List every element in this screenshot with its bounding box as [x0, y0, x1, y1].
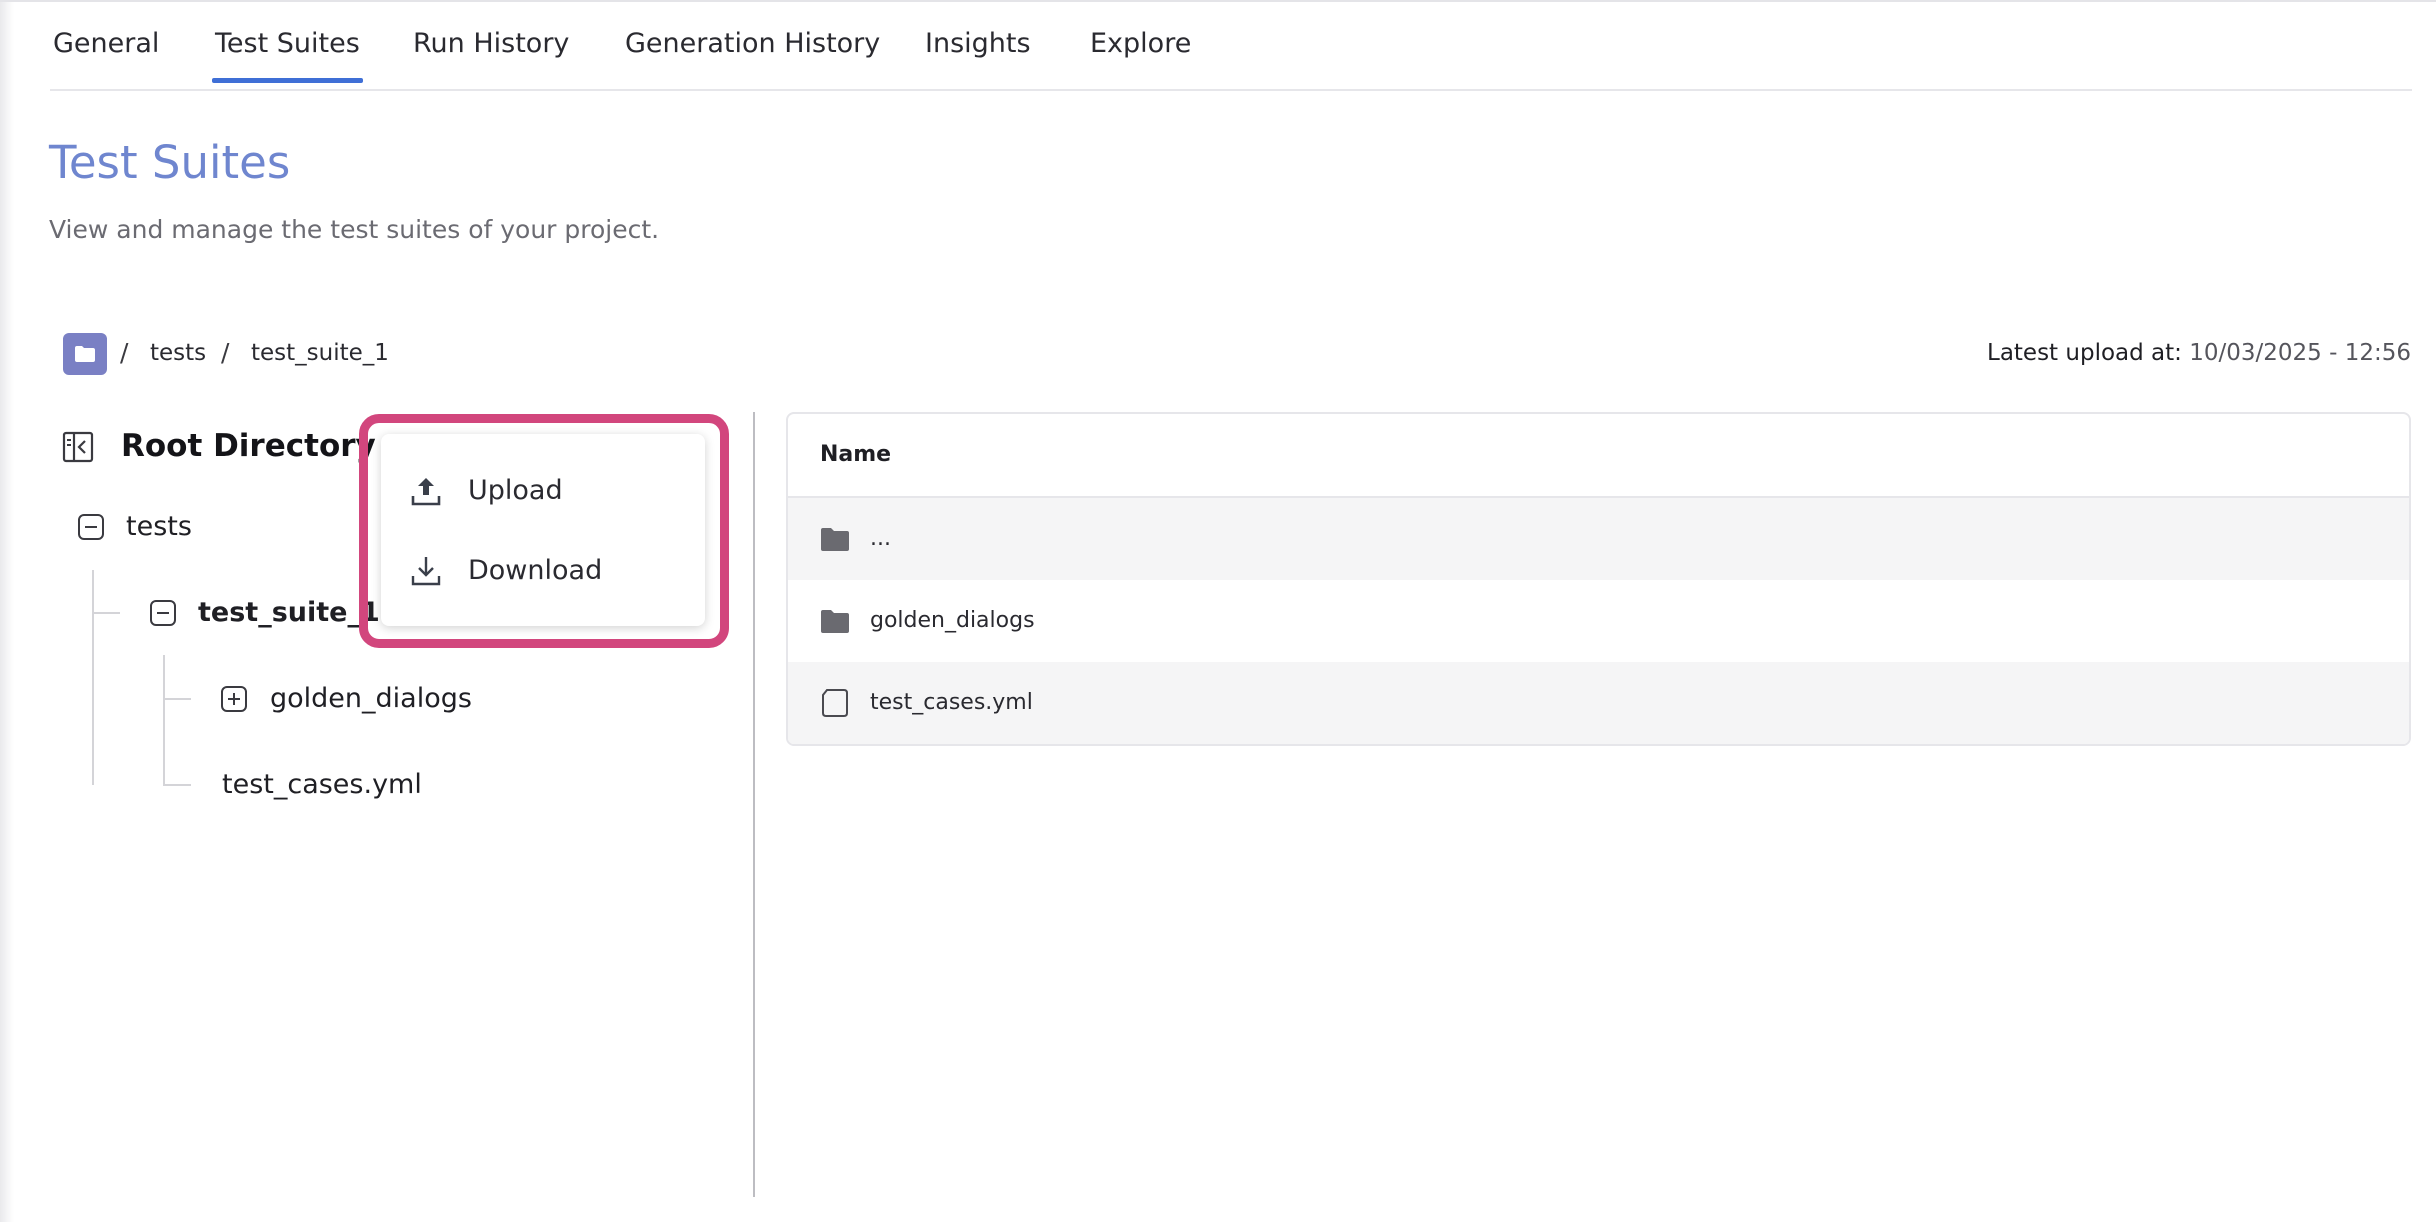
- download-label: Download: [468, 555, 603, 586]
- row-name: golden_dialogs: [870, 608, 1035, 633]
- tree-guide-line: [163, 698, 191, 700]
- breadcrumb-item-test-suite-1[interactable]: test_suite_1: [251, 340, 389, 366]
- upload-label: Upload: [468, 475, 563, 506]
- tab-insights[interactable]: Insights: [925, 28, 1031, 59]
- table-row[interactable]: test_cases.yml: [788, 662, 2409, 744]
- latest-upload-value: 10/03/2025 - 12:56: [2189, 340, 2411, 366]
- tree-node-tests[interactable]: tests: [126, 511, 192, 542]
- latest-upload: Latest upload at: 10/03/2025 - 12:56: [1987, 340, 2411, 366]
- tab-general[interactable]: General: [53, 28, 159, 59]
- breadcrumb-item-tests[interactable]: tests: [150, 340, 206, 366]
- tree-node-golden-dialogs[interactable]: golden_dialogs: [270, 683, 472, 714]
- column-header-name[interactable]: Name: [820, 442, 891, 467]
- folder-icon: [75, 346, 95, 362]
- tab-generation-history[interactable]: Generation History: [625, 28, 880, 59]
- breadcrumb-root-folder[interactable]: [63, 333, 107, 375]
- tab-bar: General Test Suites Run History Generati…: [50, 0, 2412, 91]
- latest-upload-label: Latest upload at:: [1987, 340, 2182, 366]
- upload-icon: [411, 478, 441, 506]
- tree-guide-line: [163, 655, 165, 785]
- collapse-panel-icon[interactable]: [62, 431, 94, 463]
- breadcrumb-separator: /: [120, 338, 129, 367]
- table-header: Name: [788, 414, 2409, 498]
- folder-icon: [821, 528, 849, 551]
- tree-guide-line: [163, 784, 191, 786]
- folder-icon: [821, 610, 849, 633]
- collapse-tests-icon[interactable]: [78, 514, 104, 540]
- breadcrumb-separator: /: [221, 338, 230, 367]
- download-icon: [411, 557, 441, 586]
- tab-test-suites[interactable]: Test Suites: [212, 28, 363, 83]
- page-title: Test Suites: [49, 136, 291, 189]
- left-edge-shadow: [0, 0, 14, 1222]
- root-directory-title: Root Directory: [121, 428, 376, 464]
- actions-menu: Upload Download: [381, 434, 705, 626]
- tree-node-test-cases[interactable]: test_cases.yml: [222, 769, 422, 800]
- tree-node-test-suite-1[interactable]: test_suite_1: [198, 597, 380, 628]
- collapse-test-suite-1-icon[interactable]: [150, 600, 176, 626]
- upload-menu-item[interactable]: Upload: [381, 454, 705, 526]
- expand-golden-dialogs-icon[interactable]: [221, 686, 247, 712]
- tree-guide-line: [92, 570, 94, 785]
- page-subtitle: View and manage the test suites of your …: [49, 215, 660, 244]
- table-row[interactable]: golden_dialogs: [788, 580, 2409, 662]
- tab-explore[interactable]: Explore: [1090, 28, 1191, 59]
- row-name: ...: [870, 526, 891, 551]
- row-name: test_cases.yml: [870, 690, 1033, 715]
- tree-guide-line: [92, 612, 120, 614]
- file-icon: [822, 689, 848, 717]
- tab-run-history[interactable]: Run History: [413, 28, 569, 59]
- file-table: Name ... golden_dialogs test_cases.yml: [786, 412, 2411, 746]
- download-menu-item[interactable]: Download: [381, 534, 705, 606]
- panel-divider[interactable]: [753, 412, 755, 1197]
- table-row[interactable]: ...: [788, 498, 2409, 580]
